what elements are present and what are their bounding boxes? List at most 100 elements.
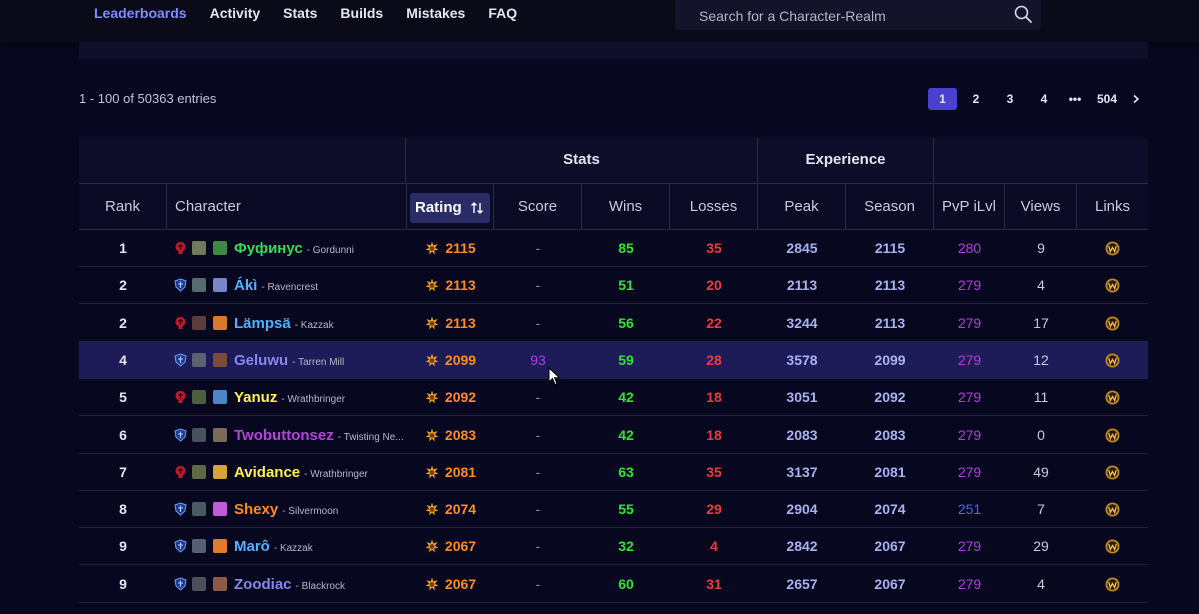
column-header-rank[interactable]: Rank: [79, 184, 167, 230]
column-header-losses[interactable]: Losses: [670, 184, 758, 230]
column-header-views[interactable]: Views: [1005, 184, 1077, 230]
character-name-link[interactable]: Yanuz - Wrathbringer: [234, 379, 345, 418]
character-cell[interactable]: Фуфинус - Gordunni: [167, 230, 407, 267]
realm-name: - Blackrock: [295, 580, 345, 592]
nav-item-faq[interactable]: FAQ: [488, 5, 517, 21]
column-header-character[interactable]: Character: [167, 184, 407, 230]
nav-item-builds[interactable]: Builds: [340, 5, 383, 21]
armory-link-icon[interactable]: [1105, 428, 1120, 443]
rating-sort-button[interactable]: Rating: [410, 193, 490, 223]
links-cell: [1077, 379, 1148, 416]
character-name-link[interactable]: Marô - Kazzak: [234, 528, 313, 567]
nav-item-leaderboards[interactable]: Leaderboards: [94, 5, 187, 21]
rating-value: 2113: [445, 314, 476, 331]
page-button[interactable]: 2: [963, 88, 989, 110]
wins-cell: 32: [618, 538, 634, 555]
table-row[interactable]: 6 Twobuttonsez - Twisting Ne... 2083 - 42 18 20…: [79, 417, 1148, 454]
armory-link-icon[interactable]: [1105, 577, 1120, 592]
armory-link-icon[interactable]: [1105, 316, 1120, 331]
chevron-right-icon[interactable]: [1131, 94, 1141, 104]
column-header-pvp-ilvl[interactable]: PvP iLvl: [934, 184, 1005, 230]
season-cell: 2113: [874, 314, 906, 331]
character-name-link[interactable]: Фуфинус - Gordunni: [234, 230, 354, 269]
column-header-peak[interactable]: Peak: [758, 184, 846, 230]
rating-rank-icon: [425, 353, 439, 367]
peak-cell: 2113: [786, 277, 818, 294]
search-box[interactable]: [675, 0, 1041, 30]
character-cell[interactable]: Marô - Kazzak: [167, 528, 407, 565]
spec-icon: [213, 576, 227, 591]
race-icon: [192, 315, 206, 330]
character-name-link[interactable]: Ákì - Ravencrest: [234, 267, 318, 306]
search-input[interactable]: [697, 6, 1001, 26]
table-row[interactable]: 7 Avidance - Wrathbringer 2081 - 63 35 3137 2081…: [79, 454, 1148, 491]
wins-cell: 55: [618, 501, 634, 518]
score-cell: -: [535, 277, 541, 294]
character-name: Avidance: [234, 463, 301, 481]
rating-cell: 2115: [407, 230, 494, 267]
table-row[interactable]: 4 Geluwu - Tarren Mill 2099 93 59 28 3578 2099 27…: [79, 341, 1148, 379]
nav-item-mistakes[interactable]: Mistakes: [406, 5, 465, 21]
character-cell[interactable]: Twobuttonsez - Twisting Ne...: [167, 417, 407, 454]
character-name-link[interactable]: Shexy - Silvermoon: [234, 491, 338, 530]
character-cell[interactable]: Lämpsä - Kazzak: [167, 305, 407, 342]
table-row[interactable]: 8 Shexy - Silvermoon 2074 - 55 29 2904 2074 251 7: [79, 491, 1148, 529]
season-cell: 2083: [874, 426, 906, 443]
armory-link-icon[interactable]: [1105, 278, 1120, 293]
character-name-link[interactable]: Geluwu - Tarren Mill: [234, 342, 344, 381]
character-name: Twobuttonsez: [234, 426, 334, 444]
main-nav: Leaderboards Activity Stats Builds Mistakes F…: [94, 5, 540, 21]
table-row[interactable]: 9 Marô - Kazzak 2067 - 32 4 2842 2067 279 29: [79, 528, 1148, 566]
page-button[interactable]: 3: [997, 88, 1023, 110]
column-header-wins[interactable]: Wins: [582, 184, 670, 230]
character-cell[interactable]: Geluwu - Tarren Mill: [167, 342, 407, 379]
armory-link-icon[interactable]: [1105, 465, 1120, 480]
nav-item-activity[interactable]: Activity: [210, 5, 261, 21]
character-name-link[interactable]: Zoodiac - Blackrock: [234, 566, 345, 605]
table-row[interactable]: 2 Lämpsä - Kazzak 2113 - 56 22 3244 2113 279 17: [79, 305, 1148, 342]
table-row[interactable]: 2 Ákì - Ravencrest 2113 - 51 20 2113 2113 279 4: [79, 267, 1148, 305]
rating-value: 2092: [444, 389, 477, 406]
column-header-rating[interactable]: Rating: [407, 184, 494, 230]
score-cell: -: [535, 575, 541, 592]
armory-link-icon[interactable]: [1105, 353, 1120, 368]
character-name-link[interactable]: Avidance - Wrathbringer: [234, 454, 368, 493]
armory-link-icon[interactable]: [1105, 241, 1120, 256]
character-cell[interactable]: Ákì - Ravencrest: [167, 267, 407, 304]
character-cell[interactable]: Yanuz - Wrathbringer: [167, 379, 407, 416]
armory-link-icon[interactable]: [1105, 390, 1120, 405]
table-row[interactable]: 1 Фуфинус - Gordunni 2115 - 85 35 2845 2115 280 9: [79, 230, 1148, 267]
links-cell: [1077, 528, 1148, 565]
rating-value: 2099: [444, 351, 477, 368]
page-button[interactable]: 504: [1094, 88, 1120, 110]
realm-name: - Kazzak: [294, 319, 334, 331]
page-button[interactable]: 4: [1031, 88, 1057, 110]
rating-rank-icon: [425, 577, 439, 591]
realm-name: - Gordunni: [306, 245, 354, 256]
table-row[interactable]: 5 Yanuz - Wrathbringer 2092 - 42 18 3051 2092 279…: [79, 379, 1148, 417]
character-name-link[interactable]: Lämpsä - Kazzak: [234, 305, 334, 344]
links-cell: [1077, 417, 1148, 454]
search-icon[interactable]: [1013, 4, 1033, 24]
table-row[interactable]: 9 Zoodiac - Blackrock 2067 - 60 31 2657 2067 279 4: [79, 566, 1148, 603]
race-icon: [192, 502, 206, 517]
character-name-link[interactable]: Twobuttonsez - Twisting Ne...: [234, 417, 404, 456]
column-header-score[interactable]: Score: [494, 184, 582, 230]
losses-cell: 4: [710, 538, 718, 555]
horde-faction-icon: [175, 316, 186, 329]
character-cell[interactable]: Avidance - Wrathbringer: [167, 454, 407, 491]
losses-cell: 35: [706, 463, 722, 480]
armory-link-icon[interactable]: [1105, 539, 1120, 554]
group-header-stats: Stats: [406, 137, 758, 183]
character-cell[interactable]: Zoodiac - Blackrock: [167, 566, 407, 603]
mouse-cursor-icon: [548, 367, 561, 386]
page-button[interactable]: 1: [928, 88, 957, 110]
nav-item-stats[interactable]: Stats: [283, 5, 317, 21]
column-header-season[interactable]: Season: [846, 184, 934, 230]
pvp-ilvl-cell: 279: [957, 463, 982, 480]
links-cell: [1077, 305, 1148, 342]
armory-link-icon[interactable]: [1105, 502, 1120, 517]
character-cell[interactable]: Shexy - Silvermoon: [167, 491, 407, 528]
spec-icon: [213, 464, 227, 479]
alliance-faction-icon: [174, 577, 187, 591]
